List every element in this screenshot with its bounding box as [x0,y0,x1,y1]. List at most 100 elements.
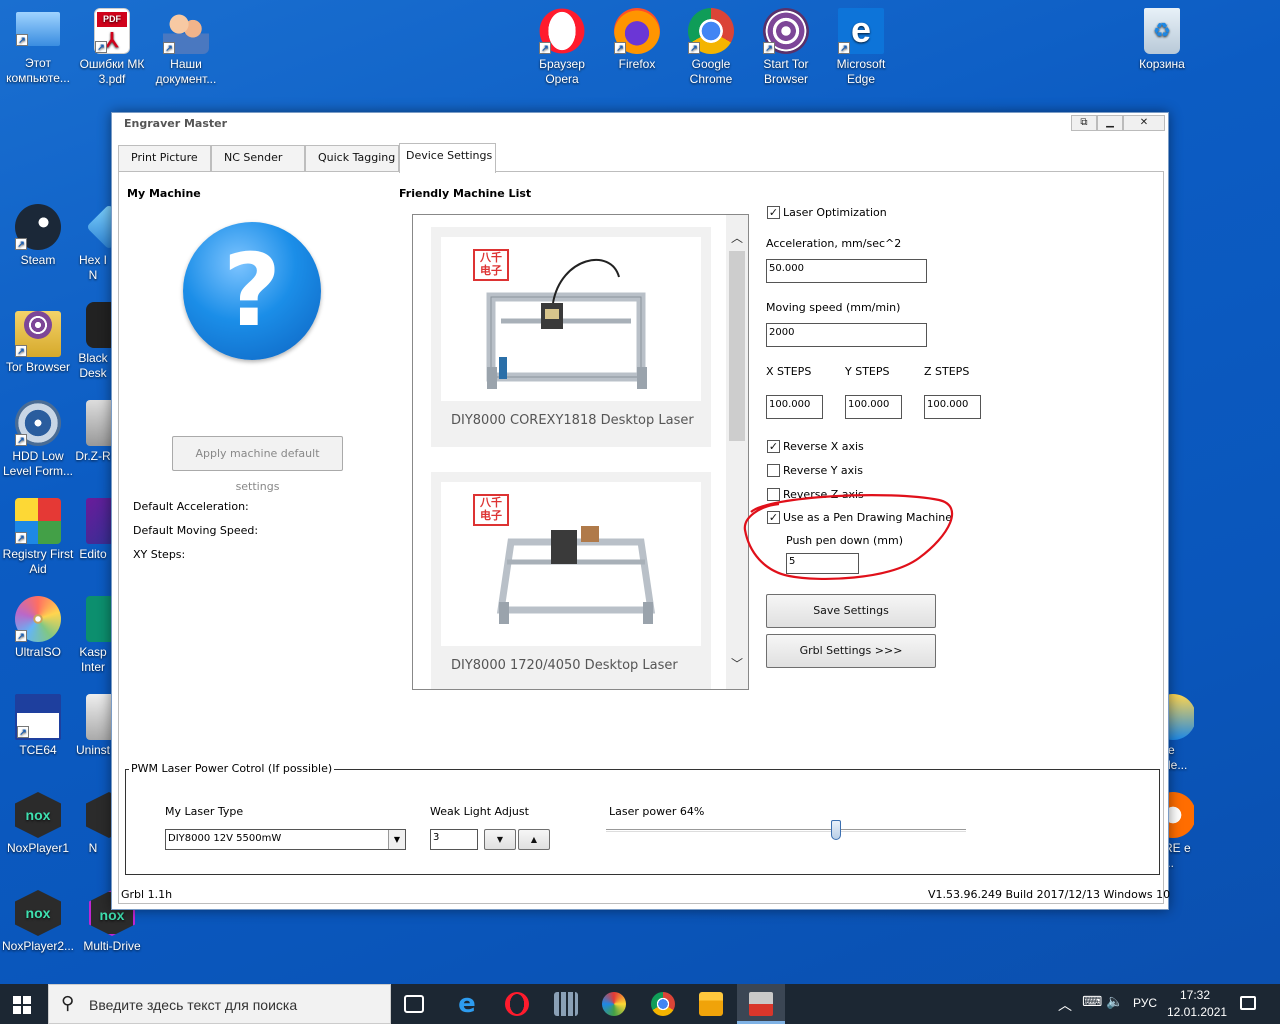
machine-list-scrollbar[interactable]: ︿ ﹀ [726,215,748,689]
z-steps-input[interactable]: 100.000 [924,395,981,419]
firefox-icon[interactable]: ↗ Firefox [599,8,675,72]
desktop-icon-label: Microsoft Edge [836,57,886,86]
scroll-down-arrow[interactable]: ﹀ [726,655,748,675]
window-title: Engraver Master [124,117,228,130]
laser-optimization-checkbox[interactable]: ✓ [767,206,780,219]
reverse-z-label: Reverse Z axis [783,488,864,501]
editor-icon[interactable]: Edito [74,498,112,562]
clock-date[interactable]: 12.01.2021 [1167,1005,1227,1019]
chrome-taskbar-icon[interactable] [651,992,675,1016]
edge-icon[interactable]: e ↗ Microsoft Edge [823,8,899,87]
chevron-down-icon[interactable]: ▼ [388,830,405,849]
volume-icon[interactable]: 🔈 [1106,994,1123,1010]
laser-type-select[interactable]: DIY8000 12V 5500mW ▼ [165,829,406,850]
scroll-thumb[interactable] [729,251,745,441]
weak-light-label: Weak Light Adjust [430,805,529,818]
laser-optimization-label: Laser Optimization [783,206,887,219]
tce64-icon[interactable]: ↗ TCE64 [0,694,76,758]
calculator-icon[interactable] [554,992,578,1016]
task-view-icon[interactable] [404,995,424,1013]
documents-icon[interactable]: ↗ Наши документ... [148,8,224,87]
this-pc-icon[interactable]: ↗ Этот компьюте... [0,8,76,86]
tor-start-icon[interactable]: ↗ Start Tor Browser [748,8,824,87]
reverse-y-checkbox[interactable] [767,464,780,477]
laser-power-slider[interactable] [606,820,966,840]
tab-nc-sender[interactable]: NC Sender [211,145,305,171]
acceleration-input[interactable]: 50.000 [766,259,927,283]
opera-icon[interactable]: ↗ Браузер Opera [524,8,600,87]
network-icon[interactable]: ⌨ [1082,994,1102,1010]
paint-icon[interactable] [602,992,626,1016]
desktop-icon-label: Multi-Drive [83,939,141,953]
recycle-bin-icon[interactable]: ♻ Корзина [1124,8,1200,72]
machine-name: DIY8000 1720/4050 Desktop Laser [451,658,678,673]
machine-list[interactable]: 八千 电子 DIY8000 COREXY1818 Desktop Laser 八… [412,214,749,690]
engraver-master-window: Engraver Master ⧉ ▁ ✕ Print Picture NC S… [111,112,1170,910]
scroll-up-arrow[interactable]: ︿ [726,229,748,249]
kaspersky-icon[interactable]: Kasp Inter [74,596,112,675]
weak-light-input[interactable]: 3 [430,829,478,850]
y-steps-input[interactable]: 100.000 [845,395,902,419]
tor-browser-icon[interactable]: ↗ Tor Browser [0,302,76,375]
notification-icon[interactable] [1240,996,1256,1010]
desktop-icon-label: Ошибки МК 3.pdf [79,57,145,86]
search-box[interactable]: ⚲ Введите здесь текст для поиска [48,984,391,1024]
ultraiso-icon[interactable]: ↗ UltraISO [0,596,76,660]
desktop-icon-label: Uninst [75,743,110,757]
grbl-settings-button[interactable]: Grbl Settings >>> [766,634,936,668]
opera-taskbar-icon[interactable] [505,992,529,1016]
moving-speed-input[interactable]: 2000 [766,323,927,347]
reverse-y-label: Reverse Y axis [783,464,863,477]
push-pen-down-input[interactable]: 5 [786,553,859,574]
edge-taskbar-icon[interactable]: e [455,991,479,1017]
blackberry-icon[interactable]: Black Desk [74,302,112,381]
noxplayer1-icon[interactable]: nox NoxPlayer1 [0,792,76,856]
uninstall-icon[interactable]: Uninst [74,694,112,758]
file-explorer-icon[interactable] [699,992,723,1016]
registry-first-aid-icon[interactable]: ↗ Registry First Aid [0,498,76,577]
machine-card[interactable]: 八千 电子 DIY8000 COREXY1818 Desktop Laser [431,227,711,447]
machine-list-heading: Friendly Machine List [399,187,532,200]
machine-name: DIY8000 COREXY1818 Desktop Laser [451,413,694,428]
device-settings-panel: My Machine ? Apply machine default setti… [118,171,1170,904]
language-indicator[interactable]: РУС [1133,996,1157,1010]
taskbar: ⚲ Введите здесь текст для поиска e ︿ ⌨ 🔈… [0,984,1280,1024]
weak-light-down-button[interactable]: ▼ [484,829,516,850]
desktop-icon-label: UltraISO [14,645,61,659]
pdf-file-icon[interactable]: PDF ⅄ ↗ Ошибки МК 3.pdf [74,8,150,87]
pen-drawing-machine-checkbox[interactable]: ✓ [767,511,780,524]
close-button[interactable]: ✕ [1123,115,1165,131]
reverse-x-checkbox[interactable]: ✓ [767,440,780,453]
minimize-button[interactable]: ▁ [1097,115,1123,131]
desktop-icon-label: Браузер Opera [539,57,585,86]
steam-icon[interactable]: ↗ Steam [0,204,76,268]
title-bar[interactable]: Engraver Master ⧉ ▁ ✕ [112,113,1168,137]
chevron-up-icon[interactable]: ︿ [1058,995,1072,1015]
engraver-master-taskbar-icon[interactable] [749,992,773,1016]
tab-print-picture[interactable]: Print Picture [118,145,211,171]
machine-card[interactable]: 八千 电子 DIY8000 1720/4050 Desktop Laser [431,472,711,689]
machine-photo: 八千 电子 [441,237,701,401]
drz-icon[interactable]: Dr.Z-R [74,400,112,464]
question-icon: ? [183,222,321,360]
tab-device-settings[interactable]: Device Settings [399,143,496,173]
save-settings-button[interactable]: Save Settings [766,594,936,628]
apply-machine-default-settings-button[interactable]: Apply machine default settings [172,436,343,493]
desktop-icon-label: TCE64 [19,743,57,757]
noxplayer2-icon[interactable]: nox NoxPlayer2... [0,890,76,954]
desktop-icon-label: Hex I N [78,253,107,282]
hdd-low-level-icon[interactable]: ↗ HDD Low Level Form... [0,400,76,479]
nox2-icon[interactable]: N [74,792,112,856]
weak-light-up-button[interactable]: ▲ [518,829,550,850]
chrome-icon[interactable]: ↗ Google Chrome [673,8,749,87]
laser-type-value: DIY8000 12V 5500mW [168,833,282,844]
restore-button[interactable]: ⧉ [1071,115,1097,131]
hex-icon[interactable]: Hex I N [74,204,112,283]
x-steps-input[interactable]: 100.000 [766,395,823,419]
reverse-z-checkbox[interactable] [767,488,780,501]
clock-time[interactable]: 17:32 [1180,988,1210,1002]
tab-quick-tagging[interactable]: Quick Tagging [305,145,399,171]
desktop-icon-label: Edito [79,547,107,561]
windows-start-icon[interactable] [13,996,31,1014]
laser-power-slider-thumb[interactable] [831,820,842,840]
